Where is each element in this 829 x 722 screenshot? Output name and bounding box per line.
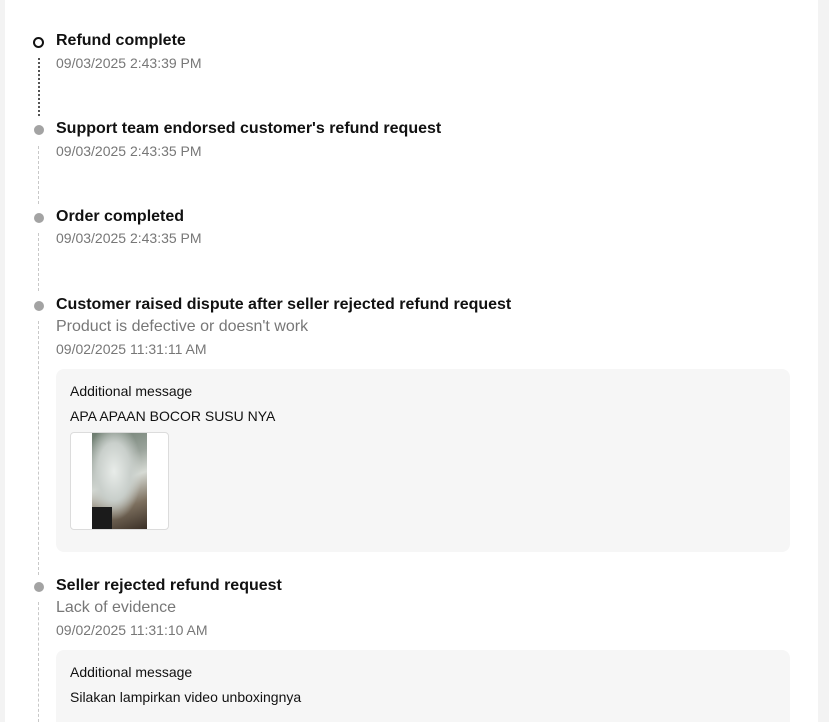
status-dot-icon [34,301,44,311]
additional-message-label: Additional message [70,664,193,680]
timeline-connector [38,233,39,291]
attachment-thumbnail[interactable] [70,432,169,530]
event-title: Seller rejected refund request [56,577,282,594]
additional-message-text: APA APAAN BOCOR SUSU NYA [70,408,276,424]
additional-message-label: Additional message [70,383,193,399]
timeline-connector [38,602,39,722]
additional-message-box: Additional message Silakan lampirkan vid… [56,650,790,722]
additional-message-text: Silakan lampirkan video unboxingnya [70,689,302,705]
event-title: Order completed [56,208,185,225]
event-timestamp: 09/03/2025 2:43:35 PM [56,230,202,246]
status-dot-icon [34,582,44,592]
current-status-dot-icon [33,37,44,48]
photo-thumbnail-icon [92,433,147,529]
event-title: Refund complete [56,32,186,49]
refund-timeline-panel: Refund complete 09/03/2025 2:43:39 PM Su… [5,0,818,722]
event-reason: Lack of evidence [56,599,177,616]
additional-message-box: Additional message APA APAAN BOCOR SUSU … [56,369,790,552]
event-timestamp: 09/03/2025 2:43:39 PM [56,55,202,71]
event-title: Customer raised dispute after seller rej… [56,296,512,313]
event-title: Support team endorsed customer's refund … [56,120,442,137]
event-timestamp: 09/02/2025 11:31:10 AM [56,622,208,638]
event-timestamp: 09/02/2025 11:31:11 AM [56,341,207,357]
timeline-connector [38,321,39,575]
timeline-connector [38,146,39,204]
timeline-connector [38,58,40,116]
event-timestamp: 09/03/2025 2:43:35 PM [56,143,202,159]
status-dot-icon [34,213,44,223]
event-reason: Product is defective or doesn't work [56,318,309,335]
status-dot-icon [34,125,44,135]
